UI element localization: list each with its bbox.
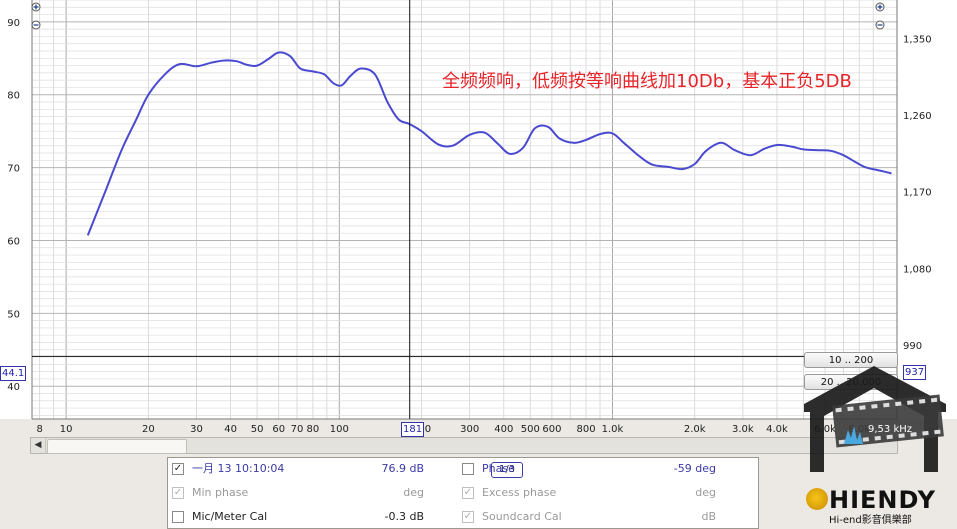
x-tick-label: 80	[306, 424, 319, 435]
x-tick-label: 600	[542, 424, 561, 435]
soundcard-cal-value: dB	[701, 510, 716, 523]
horizontal-scrollbar[interactable]: ◀	[30, 437, 898, 454]
y2-tick-label: 1,170	[903, 188, 932, 199]
mic-cal-value: -0.3 dB	[384, 510, 425, 523]
x-tick-label: 3.0k	[732, 424, 754, 435]
x-tick-label: 4.0k	[766, 424, 788, 435]
cursor-layer	[32, 0, 897, 419]
cursor-x-label: 181	[401, 422, 425, 437]
soundcard-cal-label: Soundcard Cal	[482, 510, 562, 523]
y-tick-label: 50	[7, 309, 20, 320]
x-tick-label: 20	[142, 424, 155, 435]
x-tick-label: 8	[36, 424, 42, 435]
logo-brand-text: HIENDY	[829, 486, 937, 514]
excess-phase-label: Excess phase	[482, 486, 557, 499]
min-phase-value: deg	[403, 486, 424, 499]
y-tick-label: 60	[7, 236, 20, 247]
mic-cal-checkbox[interactable]	[172, 511, 184, 523]
y2-tick-label: 1,080	[903, 264, 932, 275]
legend-row-min-phase[interactable]: ✓ Min phase	[172, 484, 472, 502]
measurement-checkbox[interactable]: ✓	[172, 463, 184, 475]
chart-annotation: 全频频响，低频按等响曲线加10Db，基本正负5DB	[442, 71, 852, 92]
phase-checkbox[interactable]	[462, 463, 474, 475]
excess-phase-checkbox[interactable]: ✓	[462, 487, 474, 499]
legend-row-excess-phase[interactable]: ✓ Excess phase	[462, 484, 662, 502]
y-tick-label: 70	[7, 164, 20, 175]
x-tick-label: 1.0k	[602, 424, 624, 435]
logo-readout: 9,53 kHz	[868, 424, 912, 435]
min-phase-checkbox[interactable]: ✓	[172, 487, 184, 499]
zoom-out-icon-right[interactable]	[875, 20, 885, 30]
x-tick-label: 10	[60, 424, 73, 435]
y2-tick-label: 1,260	[903, 111, 932, 122]
x-tick-label: 400	[494, 424, 513, 435]
legend-row-phase[interactable]: Phase	[462, 460, 662, 478]
zoom-in-icon-right[interactable]	[875, 2, 885, 12]
y-tick-label: 80	[7, 91, 20, 102]
x-tick-label: 50	[251, 424, 264, 435]
y2-tick-label: 1,350	[903, 34, 932, 45]
legend-panel: ✓ 一月 13 10:10:04 1/3 76.9 dB ✓ Min phase…	[167, 457, 759, 529]
x-tick-label: 70	[291, 424, 304, 435]
x-tick-label: 60	[272, 424, 285, 435]
x-tick-label: 100	[330, 424, 349, 435]
legend-row-soundcard-cal[interactable]: ✓ Soundcard Cal	[462, 508, 662, 526]
x-tick-label: 2.0k	[684, 424, 706, 435]
x-tick-label: 40	[224, 424, 237, 435]
zoom-out-icon[interactable]	[31, 20, 41, 30]
x-tick-label: 30	[190, 424, 203, 435]
logo-disc-icon	[806, 488, 828, 510]
zoom-in-icon[interactable]	[31, 2, 41, 12]
mic-cal-label: Mic/Meter Cal	[192, 510, 268, 523]
x-tick-label: 300	[460, 424, 479, 435]
y2-tick-label: 990	[903, 341, 922, 352]
scroll-left-arrow-icon[interactable]: ◀	[31, 438, 46, 453]
min-phase-label: Min phase	[192, 486, 249, 499]
cursor-y-label: 44.1	[0, 366, 27, 381]
phase-label: Phase	[482, 462, 515, 475]
phase-value: -59 deg	[673, 462, 716, 475]
measurement-value: 76.9 dB	[381, 462, 424, 475]
measurement-label: 一月 13 10:10:04	[192, 462, 285, 475]
soundcard-cal-checkbox[interactable]: ✓	[462, 511, 474, 523]
logo-sub-text: Hi-end影音俱樂部	[829, 515, 912, 526]
legend-row-measurement[interactable]: ✓ 一月 13 10:10:04	[172, 460, 472, 478]
x-tick-label: 500	[521, 424, 540, 435]
y-tick-label: 90	[7, 18, 20, 29]
excess-phase-value: deg	[695, 486, 716, 499]
legend-row-mic-cal[interactable]: Mic/Meter Cal	[172, 508, 472, 526]
y-tick-label: 40	[7, 382, 20, 393]
x-tick-label: 800	[576, 424, 595, 435]
scroll-thumb[interactable]	[47, 439, 187, 454]
